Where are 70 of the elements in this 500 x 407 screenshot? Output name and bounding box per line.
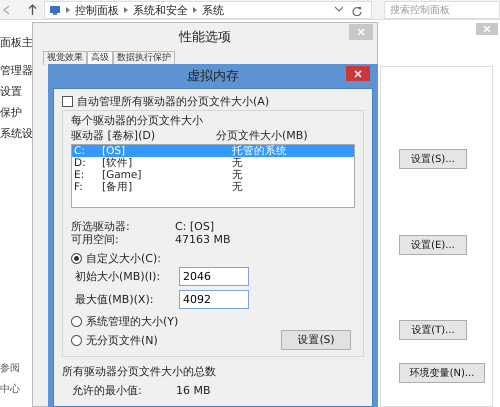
checkbox-label[interactable]: 自动管理所有驱动器的分页文件大小(A) bbox=[77, 95, 270, 108]
up-arrow-icon[interactable] bbox=[28, 4, 37, 15]
dropdown-icon[interactable] bbox=[335, 6, 343, 12]
breadcrumb-link[interactable]: 控制面板 bbox=[75, 4, 119, 16]
sidebar-link[interactable]: 中心 bbox=[0, 383, 20, 396]
tab[interactable]: 数据执行保护 bbox=[113, 51, 175, 65]
radio-button[interactable] bbox=[71, 316, 82, 327]
list-cell-text: C: bbox=[73, 145, 86, 157]
sidebar-link[interactable]: 保护 bbox=[0, 106, 31, 119]
field-label: 最大值(MB)(X): bbox=[75, 293, 154, 306]
radio-button[interactable] bbox=[71, 334, 82, 346]
field-value: 47163 MB bbox=[175, 233, 231, 246]
input-field[interactable]: 2046 bbox=[179, 267, 249, 286]
list-row[interactable]: D: [软件] 无 bbox=[72, 157, 354, 169]
sidebar-link[interactable]: 系统设 bbox=[0, 127, 31, 140]
close-icon bbox=[354, 70, 362, 78]
sidebar-heading: 参阅 bbox=[0, 362, 20, 375]
list-cell-text: 托管的系统 bbox=[232, 145, 288, 157]
input-field[interactable]: 4092 bbox=[179, 290, 249, 309]
close-icon bbox=[483, 25, 491, 33]
settings-button[interactable]: 环境变量(N)... bbox=[399, 363, 485, 383]
sidebar-link[interactable]: 管理器 bbox=[0, 64, 31, 77]
list-cell-text: [OS] bbox=[102, 145, 126, 157]
close-button[interactable] bbox=[346, 66, 370, 81]
list-cell-text: 无 bbox=[232, 157, 244, 169]
list-cell-text: [软件] bbox=[102, 157, 134, 169]
group-title: 每个驱动器的分页文件大小 bbox=[71, 114, 204, 127]
computer-icon bbox=[49, 4, 61, 16]
column-header: 分页文件大小(MB) bbox=[216, 129, 308, 142]
set-button[interactable]: 设置(S) bbox=[281, 330, 351, 350]
field-label: 允许的最小值: bbox=[72, 384, 143, 397]
settings-button[interactable]: 设置(S)... bbox=[399, 149, 467, 169]
radio-button[interactable] bbox=[71, 253, 82, 264]
list-cell-text: 无 bbox=[232, 181, 244, 193]
column-header: 驱动器 [卷标](D) bbox=[71, 129, 156, 142]
radio-label[interactable]: 系统管理的大小(Y) bbox=[86, 315, 178, 328]
settings-button[interactable]: 设置(T)... bbox=[399, 320, 467, 340]
field-value: 16 MB bbox=[176, 384, 211, 397]
close-icon bbox=[357, 28, 365, 36]
sidebar-link[interactable]: 设置 bbox=[0, 85, 31, 98]
radio-label[interactable]: 无分页文件(N) bbox=[86, 334, 158, 346]
field-label: 初始大小(MB)(I): bbox=[75, 270, 162, 283]
list-row[interactable]: E: [Game] 无 bbox=[72, 169, 354, 181]
chevron-icon bbox=[66, 7, 70, 13]
checkbox[interactable] bbox=[62, 96, 73, 107]
drive-list[interactable]: C: [OS] 托管的系统 D: [软件] 无 E: [Game] 无 F: [备用] 无 bbox=[71, 144, 355, 208]
section-title: 所有驱动器分页文件大小的总数 bbox=[62, 365, 217, 378]
list-row[interactable]: F: [备用] 无 bbox=[72, 181, 354, 193]
field-value: C: [OS] bbox=[175, 220, 214, 233]
list-cell-text: 无 bbox=[232, 169, 244, 181]
tab[interactable]: 视觉效果 bbox=[43, 51, 87, 65]
list-cell-text: D: bbox=[73, 157, 87, 169]
field-label: 可用空间: bbox=[71, 233, 120, 246]
radio-label[interactable]: 自定义大小(C): bbox=[86, 252, 161, 265]
settings-button[interactable]: 设置(E)... bbox=[399, 235, 467, 255]
refresh-icon[interactable] bbox=[352, 6, 362, 16]
sidebar-link[interactable]: 面板主 bbox=[0, 36, 31, 49]
breadcrumb-link[interactable]: 系统 bbox=[202, 4, 224, 16]
search-field[interactable]: 搜索控制面板 bbox=[384, 1, 500, 19]
breadcrumb-link[interactable]: 系统和安全 bbox=[133, 4, 188, 16]
list-cell-text: [备用] bbox=[102, 181, 134, 193]
tab[interactable]: 高级 bbox=[87, 51, 113, 65]
dialog-title: 性能选项 bbox=[179, 30, 231, 44]
dialog-title: 虚拟内存 bbox=[187, 70, 239, 82]
list-cell-text: [Game] bbox=[102, 169, 142, 181]
list-cell-text: F: bbox=[73, 181, 84, 193]
field-label: 所选驱动器: bbox=[71, 220, 131, 233]
chevron-icon bbox=[124, 7, 128, 13]
chevron-icon bbox=[193, 7, 197, 13]
list-cell-text: E: bbox=[73, 169, 86, 181]
